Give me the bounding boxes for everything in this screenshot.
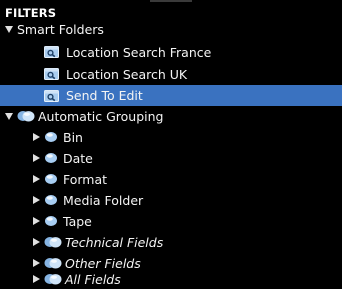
smart-folder-label: Send To Edit [66,88,143,103]
disclosure-collapsed-icon[interactable] [33,238,40,246]
disclosure-collapsed-icon[interactable] [33,133,40,141]
smart-folder-label: Location Search UK [66,66,188,82]
smart-folder-label: Location Search France [66,44,212,60]
grouping-item-label: Tape [63,213,92,229]
group-icon [45,153,57,163]
grouping-item-date[interactable]: Date [0,148,342,168]
grouping-item-technical-fields[interactable]: Technical Fields [0,232,342,252]
multi-group-icon [44,237,62,248]
grouping-item-label: Media Folder [63,192,144,208]
panel-title: FILTERS [5,6,57,20]
disclosure-collapsed-icon[interactable] [33,175,40,183]
grouping-item-all-fields[interactable]: All Fields [0,269,342,289]
disclosure-collapsed-icon[interactable] [33,217,40,225]
filters-panel: FILTERS Smart Folders Location Search Fr… [0,0,342,289]
grouping-item-media-folder[interactable]: Media Folder [0,190,342,210]
group-icon [45,195,57,205]
grouping-item-tape[interactable]: Tape [0,211,342,231]
smart-folders-group[interactable]: Smart Folders [0,19,342,39]
disclosure-collapsed-icon[interactable] [33,154,40,162]
grouping-item-format[interactable]: Format [0,169,342,189]
smart-search-icon [44,46,59,58]
multi-group-icon [17,111,35,122]
grouping-item-bin[interactable]: Bin [0,127,342,147]
group-icon [45,132,57,142]
smart-folder-item-send-to-edit[interactable]: Send To Edit [0,85,342,106]
automatic-grouping-label: Automatic Grouping [38,108,164,124]
group-icon [45,174,57,184]
grouping-item-label: All Fields [65,271,121,287]
smart-folder-item-location-search-france[interactable]: Location Search France [0,42,342,62]
disclosure-collapsed-icon[interactable] [33,275,40,283]
multi-group-icon [44,258,62,269]
smart-search-icon [44,68,59,80]
disclosure-expanded-icon[interactable] [5,113,13,120]
disclosure-collapsed-icon[interactable] [33,196,40,204]
multi-group-icon [44,274,62,285]
group-icon [45,216,57,226]
automatic-grouping-group[interactable]: Automatic Grouping [0,106,342,126]
smart-folders-label: Smart Folders [17,21,104,37]
grouping-item-label: Date [63,150,93,166]
disclosure-collapsed-icon[interactable] [33,259,40,267]
grouping-item-label: Bin [63,129,83,145]
grouping-item-label: Format [63,171,108,187]
smart-folder-item-location-search-uk[interactable]: Location Search UK [0,64,342,84]
smart-search-icon [44,89,59,102]
disclosure-expanded-icon[interactable] [5,26,13,33]
grouping-item-label: Technical Fields [65,234,164,250]
